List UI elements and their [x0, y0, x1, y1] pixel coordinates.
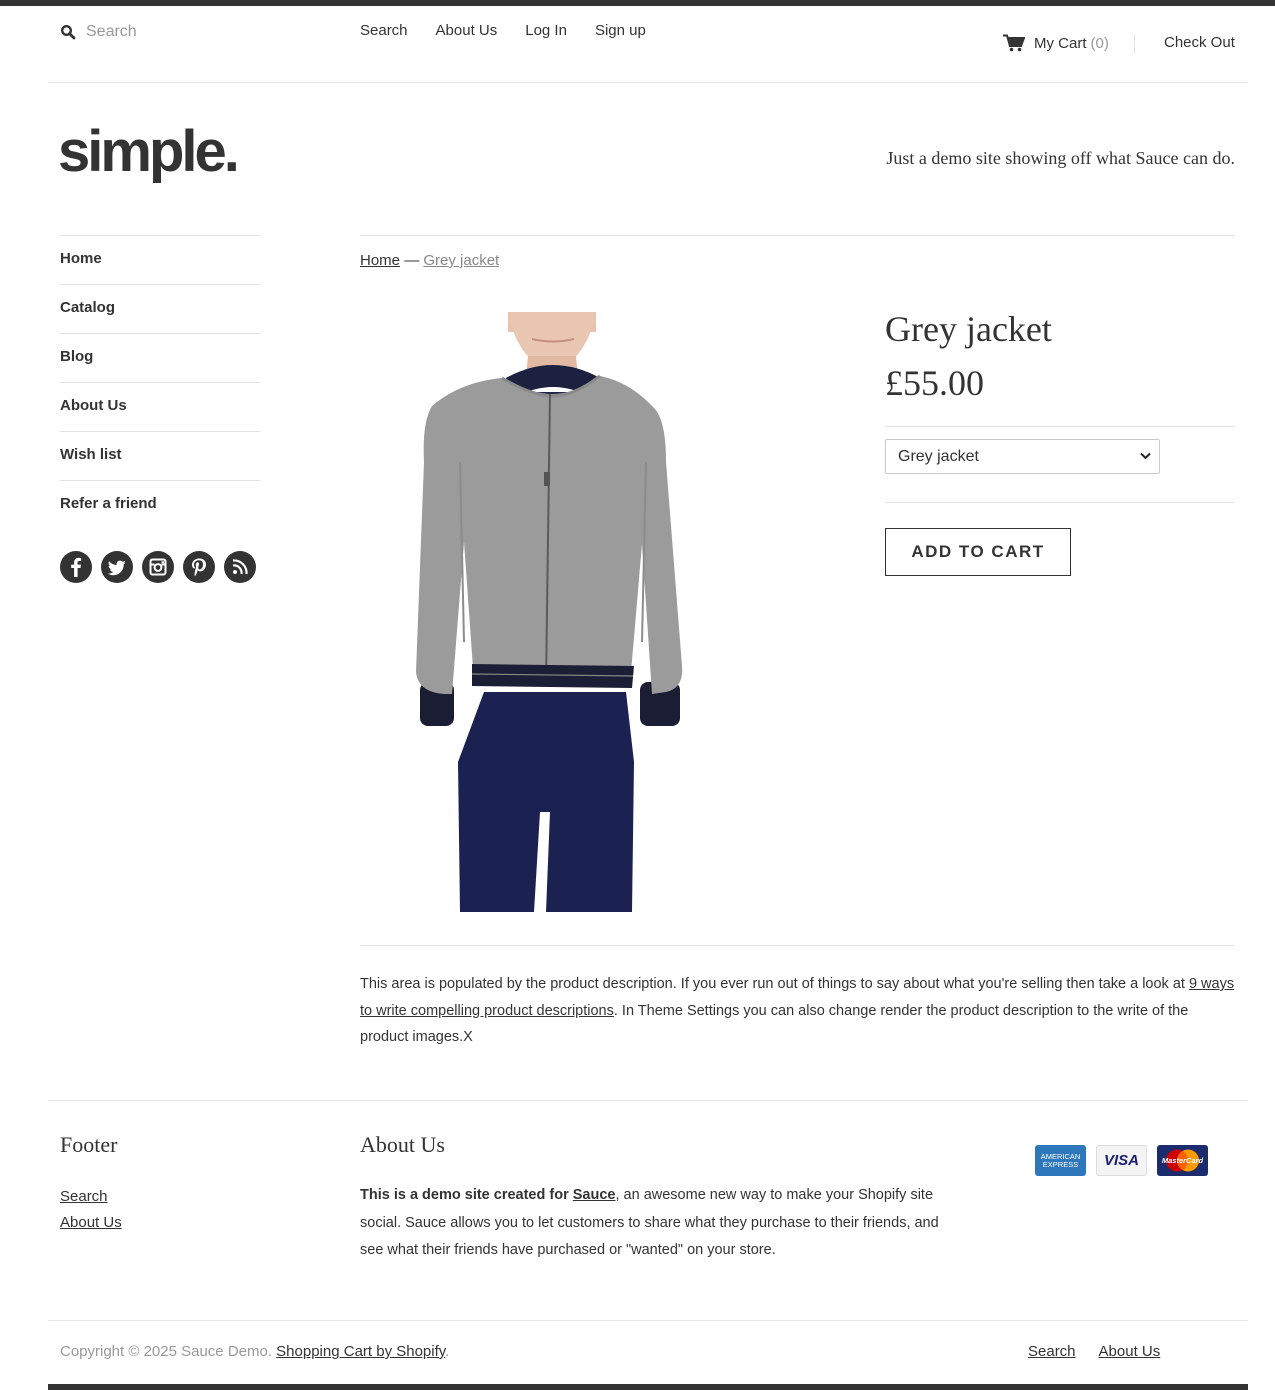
instagram-icon[interactable]: [142, 551, 174, 583]
sidebar-item-refer-a-friend[interactable]: Refer a friend: [60, 480, 260, 529]
my-cart-link[interactable]: My Cart (0): [1003, 34, 1109, 52]
sauce-link[interactable]: Sauce: [573, 1187, 616, 1203]
visa-label: VISA: [1103, 1152, 1139, 1169]
visa-card-icon: VISA: [1096, 1145, 1147, 1176]
footer-about-title: About Us: [360, 1132, 445, 1157]
footer-links: Search About Us: [60, 1184, 122, 1236]
sidebar-nav: Home Catalog Blog About Us Wish list Ref…: [60, 235, 260, 529]
twitter-icon[interactable]: [101, 551, 133, 583]
product-title: Grey jacket: [885, 309, 1052, 349]
search-box[interactable]: [60, 20, 310, 44]
top-nav-search[interactable]: Search: [360, 22, 408, 39]
mastercard-label: MasterCard: [1161, 1156, 1204, 1165]
search-input[interactable]: [86, 20, 286, 44]
header-divider-line: [48, 82, 1248, 83]
shopify-link[interactable]: Shopping Cart by Shopify: [276, 1343, 445, 1360]
sidebar-item-catalog[interactable]: Catalog: [60, 284, 260, 333]
bottom-link-search[interactable]: Search: [1028, 1343, 1076, 1360]
social-links: [60, 551, 256, 583]
product-price: £55.00: [885, 363, 984, 403]
sidebar-item-about-us[interactable]: About Us: [60, 382, 260, 431]
rss-icon[interactable]: [224, 551, 256, 583]
header-divider: [1134, 34, 1135, 54]
footer-link-search[interactable]: Search: [60, 1184, 122, 1210]
pinterest-icon[interactable]: [183, 551, 215, 583]
sidebar-item-home[interactable]: Home: [60, 235, 260, 284]
copyright-period: .: [445, 1343, 450, 1360]
footer-about-text: This is a demo site created for Sauce, a…: [360, 1182, 940, 1265]
bottom-links: Search About Us: [1028, 1343, 1160, 1360]
top-bar: [0, 0, 1275, 6]
product-description: This area is populated by the product de…: [360, 971, 1235, 1051]
description-divider: [360, 945, 1235, 946]
footer-divider: [48, 1100, 1248, 1101]
site-logo[interactable]: simple.: [58, 114, 240, 190]
product-divider: [885, 426, 1235, 427]
amex-label: AMERICAN EXPRESS: [1040, 1151, 1081, 1169]
footer-title: Footer: [60, 1132, 118, 1157]
footer-link-about-us[interactable]: About Us: [60, 1210, 122, 1236]
top-nav-sign-up[interactable]: Sign up: [595, 22, 646, 39]
breadcrumb-current[interactable]: Grey jacket: [423, 252, 499, 269]
copyright-text: Copyright © 2025 Sauce Demo.: [60, 1343, 272, 1360]
search-icon[interactable]: [60, 24, 76, 40]
chevron-down-icon: [1140, 452, 1151, 460]
cart-count: (0): [1090, 34, 1109, 52]
sidebar-item-blog[interactable]: Blog: [60, 333, 260, 382]
content-divider: [360, 235, 1235, 236]
top-nav: Search About Us Log In Sign up: [360, 22, 646, 39]
sidebar-item-wish-list[interactable]: Wish list: [60, 431, 260, 480]
payment-cards: AMERICAN EXPRESS VISA MasterCard: [1035, 1145, 1208, 1176]
variant-selected-value: Grey jacket: [898, 448, 979, 465]
product-divider: [885, 502, 1235, 503]
check-out-link[interactable]: Check Out: [1164, 34, 1235, 51]
cart-label: My Cart: [1034, 34, 1087, 52]
product-image[interactable]: [360, 312, 735, 912]
about-bold-text: This is a demo site created for: [360, 1187, 573, 1203]
bottom-bar: [48, 1384, 1248, 1390]
breadcrumb: Home — Grey jacket: [360, 252, 499, 269]
top-nav-log-in[interactable]: Log In: [525, 22, 567, 39]
site-tagline: Just a demo site showing off what Sauce …: [886, 148, 1235, 168]
amex-card-icon: AMERICAN EXPRESS: [1035, 1145, 1086, 1176]
bottom-divider: [48, 1320, 1248, 1321]
breadcrumb-separator: —: [404, 252, 420, 269]
description-text: This area is populated by the product de…: [360, 976, 1189, 992]
breadcrumb-home[interactable]: Home: [360, 252, 400, 269]
variant-select[interactable]: Grey jacket: [885, 439, 1160, 474]
bottom-link-about-us[interactable]: About Us: [1099, 1343, 1161, 1360]
cart-icon: [1003, 34, 1025, 52]
top-nav-about-us[interactable]: About Us: [436, 22, 498, 39]
add-to-cart-button[interactable]: ADD TO CART: [885, 528, 1071, 576]
copyright: Copyright © 2025 Sauce Demo. Shopping Ca…: [60, 1343, 449, 1360]
facebook-icon[interactable]: [60, 551, 92, 583]
mastercard-card-icon: MasterCard: [1157, 1145, 1208, 1176]
